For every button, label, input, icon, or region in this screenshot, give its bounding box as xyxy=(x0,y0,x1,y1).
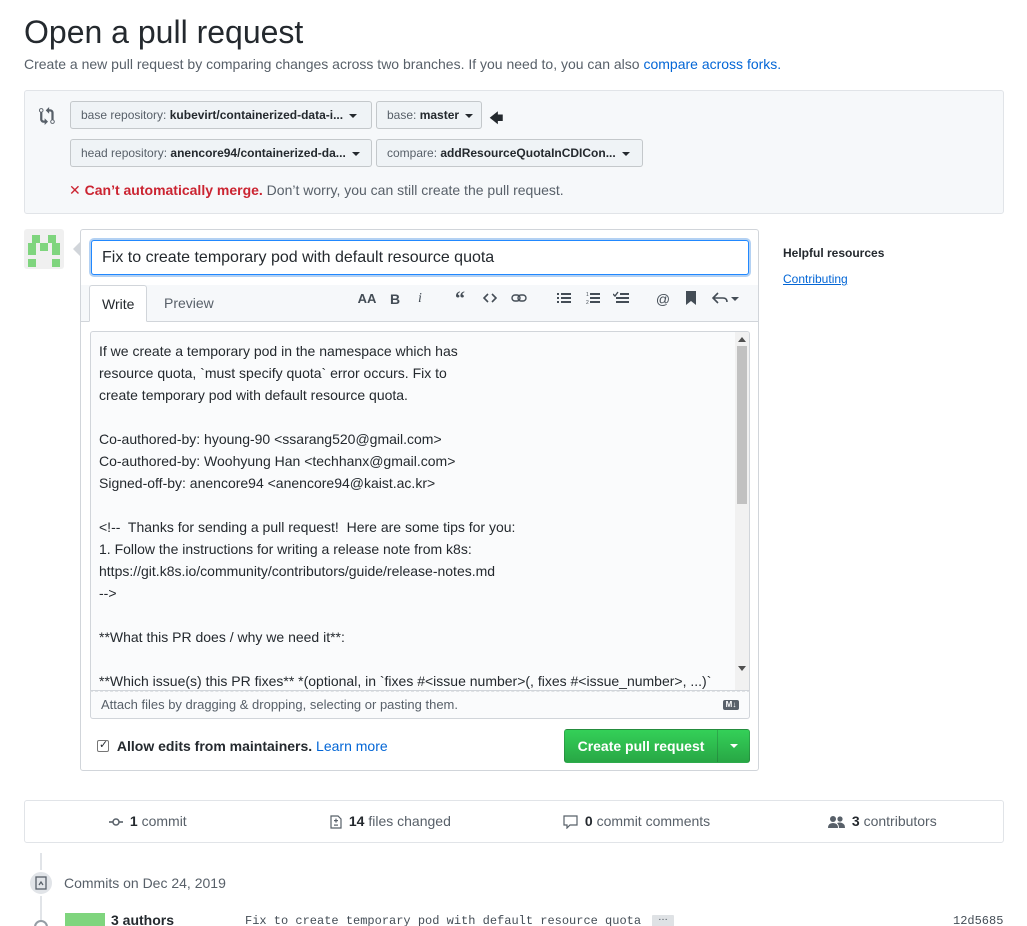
allow-edits-option: Allow edits from maintainers. Learn more xyxy=(97,738,388,754)
mention-icon[interactable]: @ xyxy=(654,289,672,309)
avatar[interactable] xyxy=(24,229,64,269)
page-subtitle-text: Create a new pull request by comparing c… xyxy=(24,56,644,72)
stat-contributors[interactable]: 3 contributors xyxy=(828,813,937,829)
merge-status: ✕ Can’t automatically merge. Don’t worry… xyxy=(69,182,564,199)
contributors-label: contributors xyxy=(863,813,937,829)
bookmark-icon[interactable] xyxy=(683,289,699,309)
merge-status-error: Can’t automatically merge. xyxy=(84,182,263,198)
comments-count: 0 xyxy=(584,813,593,829)
base-repository-select[interactable]: base repository: kubevirt/containerized-… xyxy=(70,101,372,129)
reply-icon[interactable] xyxy=(711,289,741,309)
comparison-stats: 1 commit 14 files changed 0 commit comme… xyxy=(24,800,1004,843)
base-branch-value: master xyxy=(419,108,460,122)
branch-range-editor: base repository: kubevirt/containerized-… xyxy=(24,90,1004,214)
base-repository-label: base repository: xyxy=(81,108,167,122)
pr-body-text: If we create a temporary pod in the name… xyxy=(99,343,712,689)
stat-commit-comments[interactable]: 0 commit comments xyxy=(563,813,711,830)
commit-group-icon xyxy=(28,870,54,896)
base-branch-label: base: xyxy=(387,108,417,122)
scroll-down-icon[interactable] xyxy=(738,666,746,671)
files-count: 14 xyxy=(348,813,365,829)
contributors-count: 3 xyxy=(851,813,860,829)
compare-icon xyxy=(39,107,55,125)
commit-sha-link[interactable]: 12d5685 xyxy=(953,914,1003,926)
attach-files-bar[interactable]: Attach files by dragging & dropping, sel… xyxy=(90,691,750,719)
commit-authors[interactable]: 3 authors xyxy=(111,912,174,926)
comments-label: commit comments xyxy=(596,813,711,829)
bold-icon[interactable]: B xyxy=(387,289,403,309)
pull-request-form: Write Preview AA B i “ 12 @ If we create… xyxy=(73,229,759,771)
contributing-link[interactable]: Contributing xyxy=(783,272,848,286)
svg-text:2: 2 xyxy=(586,300,589,305)
page-title: Open a pull request xyxy=(24,14,304,50)
pr-title-input[interactable] xyxy=(91,240,749,275)
avatar[interactable] xyxy=(65,913,105,926)
learn-more-link[interactable]: Learn more xyxy=(316,738,388,754)
commit-expand-button[interactable]: … xyxy=(652,913,674,926)
merge-status-note: Don’t worry, you can still create the pu… xyxy=(262,182,564,198)
compare-branch-select[interactable]: compare: addResourceQuotaInCDICon... xyxy=(376,139,643,167)
arrow-left-icon: 🡄 xyxy=(489,110,504,126)
pr-body-textarea[interactable]: If we create a temporary pod in the name… xyxy=(90,331,750,691)
allow-edits-label: Allow edits from maintainers. xyxy=(116,738,313,754)
unordered-list-icon[interactable] xyxy=(555,289,573,309)
scroll-thumb[interactable] xyxy=(737,346,747,504)
stat-files-changed[interactable]: 14 files changed xyxy=(330,813,451,829)
commit-icon xyxy=(109,818,123,826)
ordered-list-icon[interactable]: 12 xyxy=(584,289,602,309)
create-pull-request-button[interactable]: Create pull request xyxy=(564,729,718,763)
chevron-down-icon xyxy=(621,151,630,156)
head-repository-label: head repository: xyxy=(81,146,168,160)
helpful-resources-heading: Helpful resources xyxy=(783,246,885,260)
people-icon xyxy=(828,816,845,828)
chevron-down-icon xyxy=(351,151,360,156)
file-diff-icon xyxy=(330,815,342,829)
files-label: files changed xyxy=(368,813,451,829)
chevron-down-icon xyxy=(349,113,358,118)
svg-text:1: 1 xyxy=(586,292,589,298)
allow-edits-checkbox[interactable] xyxy=(97,738,109,752)
markdown-icon[interactable]: M↓ xyxy=(723,700,739,710)
code-icon[interactable] xyxy=(481,289,499,309)
text-size-icon[interactable]: AA xyxy=(357,289,377,309)
link-icon[interactable] xyxy=(509,289,529,309)
commit-message-link[interactable]: Fix to create temporary pod with default… xyxy=(245,914,641,926)
compare-branch-value: addResourceQuotaInCDICon... xyxy=(440,146,616,160)
italic-icon[interactable]: i xyxy=(413,289,427,309)
commit-row: 3 authors Fix to create temporary pod wi… xyxy=(0,912,1027,926)
base-branch-select[interactable]: base: master xyxy=(376,101,482,129)
scroll-up-icon[interactable] xyxy=(738,337,746,342)
x-icon: ✕ xyxy=(69,182,81,198)
commits-date-heading: Commits on Dec 24, 2019 xyxy=(64,875,226,891)
head-repository-select[interactable]: head repository: anencore94/containerize… xyxy=(70,139,372,167)
quote-icon[interactable]: “ xyxy=(451,289,469,309)
stat-commits[interactable]: 1 commit xyxy=(109,813,187,829)
compare-across-forks-link[interactable]: compare across forks. xyxy=(643,56,781,72)
comment-icon xyxy=(563,815,578,830)
task-list-icon[interactable] xyxy=(611,289,631,309)
create-options-dropdown[interactable] xyxy=(717,729,750,763)
compare-branch-label: compare: xyxy=(387,146,438,160)
attach-files-text: Attach files by dragging & dropping, sel… xyxy=(101,697,458,712)
page-subtitle: Create a new pull request by comparing c… xyxy=(24,56,781,72)
chevron-down-icon xyxy=(465,113,474,118)
tab-write[interactable]: Write xyxy=(89,285,148,322)
commits-count: 1 xyxy=(129,813,138,829)
head-repository-value: anencore94/containerized-da... xyxy=(170,146,346,160)
commits-label: commit xyxy=(141,813,187,829)
base-repository-value: kubevirt/containerized-data-i... xyxy=(169,108,344,122)
textarea-scrollbar[interactable] xyxy=(735,332,749,690)
tab-preview[interactable]: Preview xyxy=(152,285,226,322)
